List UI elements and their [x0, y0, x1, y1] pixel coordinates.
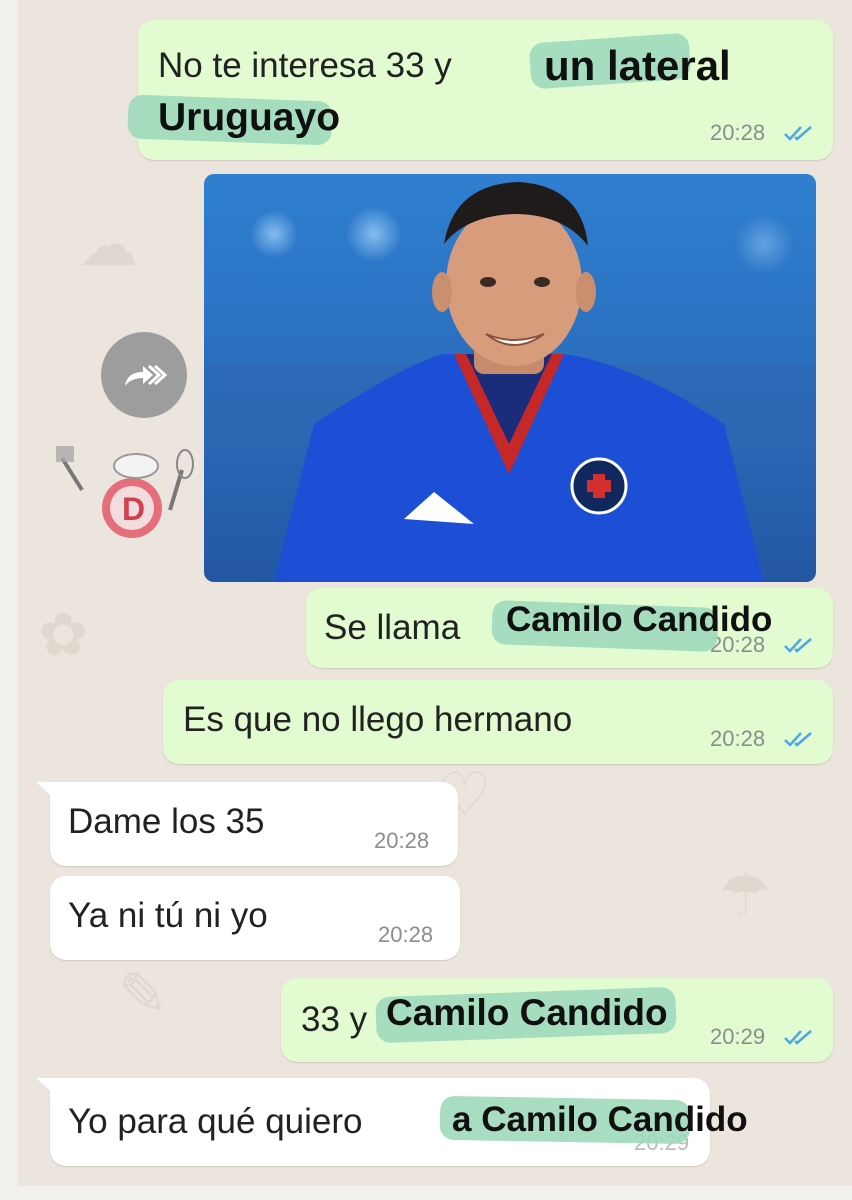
message-time: 20:28 — [710, 726, 766, 751]
message-bubble-outgoing[interactable]: Es que no llego hermano 20:28 — [163, 680, 833, 764]
svg-text:D: D — [122, 491, 145, 527]
message-time: 20:28 — [710, 120, 766, 145]
message-time: 20:29 — [710, 1024, 766, 1049]
message-time: 20:28 — [374, 828, 430, 853]
player-image — [204, 182, 816, 582]
message-text: Se llama — [324, 608, 461, 647]
overlay-caption: un lateral — [544, 42, 731, 89]
wallpaper-doodle: ✿ — [38, 601, 89, 668]
overlay-caption: Uruguayo — [158, 96, 341, 139]
double-check-icon — [784, 638, 812, 653]
message-text: 33 y — [301, 1000, 368, 1039]
bubble-tail — [36, 782, 56, 800]
player-photo[interactable] — [204, 174, 816, 582]
message-bubble-incoming[interactable]: Dame los 35 20:28 — [50, 782, 458, 866]
message-bubble-incoming[interactable]: Ya ni tú ni yo 20:28 — [50, 876, 460, 960]
wallpaper-doodle: ✎ — [118, 961, 169, 1028]
overlay-caption: Camilo Candido — [386, 992, 668, 1033]
message-text: Ya ni tú ni yo — [68, 896, 268, 935]
forward-button[interactable] — [101, 332, 187, 418]
double-check-icon — [784, 732, 812, 747]
wallpaper-doodle: ☁ — [78, 211, 138, 278]
overlay-caption: Camilo Candido — [506, 600, 773, 639]
forward-icon — [125, 364, 168, 386]
message-text: Dame los 35 — [68, 802, 265, 841]
chef-sticker-icon: D — [56, 446, 194, 538]
wallpaper-doodle: ☂ — [718, 861, 772, 928]
message-text: Es que no llego hermano — [183, 700, 573, 739]
message-time: 20:28 — [378, 922, 434, 947]
double-check-icon — [784, 126, 812, 141]
message-text: Yo para qué quiero — [68, 1102, 363, 1141]
double-check-icon — [784, 1030, 812, 1045]
message-text: No te interesa 33 y — [158, 46, 452, 85]
bubble-tail — [36, 1078, 56, 1096]
overlay-caption: a Camilo Candido — [452, 1100, 748, 1139]
